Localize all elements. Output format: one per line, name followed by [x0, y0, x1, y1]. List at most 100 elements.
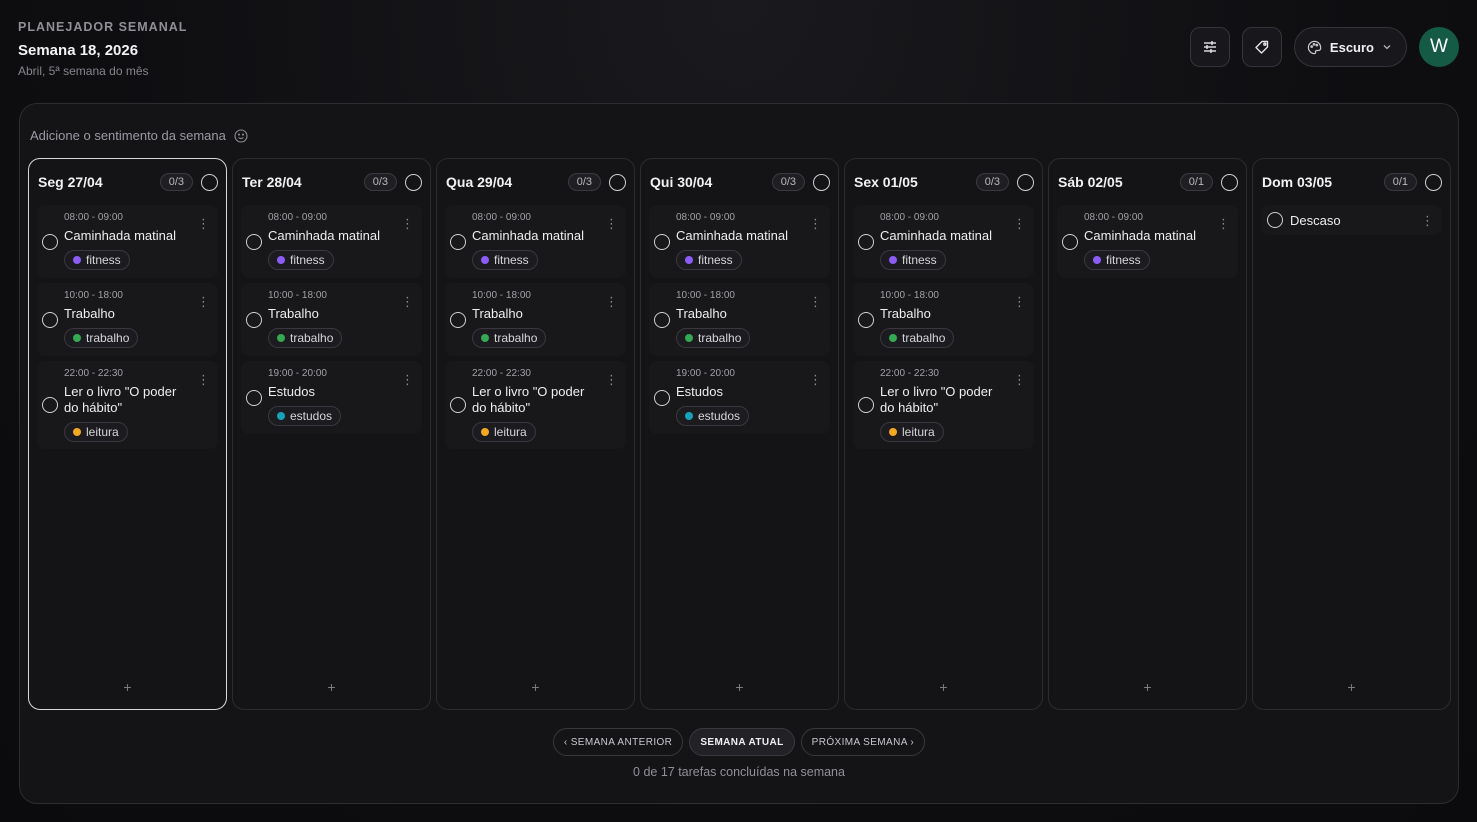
task-tag[interactable]: fitness [64, 250, 130, 270]
more-vertical-icon[interactable]: ⋮ [605, 217, 618, 230]
task-tag[interactable]: leitura [64, 422, 128, 442]
task-checkbox[interactable] [42, 233, 58, 250]
task-card[interactable]: ⋮ 22:00 - 22:30 Ler o livro "O poder do há… [37, 361, 218, 449]
sentiment-input[interactable]: Adicione o sentimento da semana [30, 128, 248, 143]
task-checkbox[interactable] [450, 397, 466, 413]
task-card[interactable]: ⋮ 08:00 - 09:00 Caminhada matinal fitness [853, 205, 1034, 278]
task-tag[interactable]: trabalho [676, 328, 751, 348]
task-checkbox[interactable] [858, 233, 874, 250]
task-checkbox[interactable] [654, 233, 670, 250]
task-card[interactable]: ⋮ 10:00 - 18:00 Trabalho trabalho [853, 283, 1034, 356]
task-tag[interactable]: fitness [268, 250, 334, 270]
task-tag[interactable]: fitness [1084, 250, 1150, 270]
add-task-button[interactable]: + [845, 679, 1042, 695]
day-task-count: 0/1 [1383, 173, 1417, 191]
task-tag[interactable]: trabalho [472, 328, 547, 348]
task-checkbox[interactable] [858, 311, 874, 328]
day-complete-checkbox[interactable] [1221, 173, 1238, 191]
task-card[interactable]: ⋮ 22:00 - 22:30 Ler o livro "O poder do há… [445, 361, 626, 449]
task-checkbox[interactable] [450, 233, 466, 250]
add-task-button[interactable]: + [641, 679, 838, 695]
task-card[interactable]: ⋮ 19:00 - 20:00 Estudos estudos [241, 361, 422, 434]
add-task-button[interactable]: + [437, 679, 634, 695]
task-card[interactable]: Descaso ⋮ [1261, 205, 1442, 235]
more-vertical-icon[interactable]: ⋮ [1421, 213, 1434, 229]
add-task-button[interactable]: + [1253, 679, 1450, 695]
day-complete-checkbox[interactable] [609, 173, 626, 191]
task-tag[interactable]: leitura [472, 422, 536, 442]
task-tag[interactable]: fitness [880, 250, 946, 270]
tag-label: trabalho [902, 331, 946, 345]
filters-button[interactable] [1189, 27, 1230, 67]
more-vertical-icon[interactable]: ⋮ [401, 217, 414, 230]
task-card[interactable]: ⋮ 08:00 - 09:00 Caminhada matinal fitness [37, 205, 218, 278]
task-title: Caminhada matinal [64, 228, 177, 243]
task-checkbox[interactable] [246, 311, 262, 328]
task-tag[interactable]: trabalho [64, 328, 139, 348]
task-tag[interactable]: fitness [472, 250, 538, 270]
current-week-button[interactable]: SEMANA ATUAL [689, 728, 795, 756]
more-vertical-icon[interactable]: ⋮ [1013, 295, 1026, 308]
task-card[interactable]: ⋮ 19:00 - 20:00 Estudos estudos [649, 361, 830, 434]
add-task-button[interactable]: + [29, 679, 226, 695]
day-complete-checkbox[interactable] [405, 173, 422, 191]
tags-button[interactable] [1241, 27, 1282, 67]
task-time: 08:00 - 09:00 [268, 212, 327, 223]
day-complete-checkbox[interactable] [1017, 173, 1034, 191]
more-vertical-icon[interactable]: ⋮ [809, 295, 822, 308]
task-checkbox[interactable] [654, 389, 670, 406]
task-checkbox[interactable] [654, 311, 670, 328]
more-vertical-icon[interactable]: ⋮ [809, 373, 822, 386]
more-vertical-icon[interactable]: ⋮ [1217, 217, 1230, 230]
task-tag[interactable]: leitura [880, 422, 944, 442]
more-vertical-icon[interactable]: ⋮ [1013, 217, 1026, 230]
task-tag[interactable]: estudos [676, 406, 750, 426]
task-tag[interactable]: trabalho [268, 328, 343, 348]
next-week-button[interactable]: PRÓXIMA SEMANA › [800, 728, 926, 756]
task-time: 08:00 - 09:00 [1084, 212, 1143, 223]
tag-label: leitura [494, 425, 527, 439]
add-task-button[interactable]: + [1049, 679, 1246, 695]
task-checkbox[interactable] [42, 311, 58, 328]
more-vertical-icon[interactable]: ⋮ [401, 373, 414, 386]
theme-selector[interactable]: Escuro [1293, 27, 1407, 67]
more-vertical-icon[interactable]: ⋮ [605, 373, 618, 386]
task-title: Caminhada matinal [472, 228, 585, 243]
task-checkbox[interactable] [246, 233, 262, 250]
task-card[interactable]: ⋮ 10:00 - 18:00 Trabalho trabalho [649, 283, 830, 356]
more-vertical-icon[interactable]: ⋮ [401, 295, 414, 308]
day-column: Qui 30/04 0/3 ⋮ 08:00 - 09:00 Caminhada mati… [640, 158, 839, 710]
task-card[interactable]: ⋮ 10:00 - 18:00 Trabalho trabalho [445, 283, 626, 356]
task-card[interactable]: ⋮ 08:00 - 09:00 Caminhada matinal fitness [649, 205, 830, 278]
task-checkbox[interactable] [1267, 212, 1283, 228]
more-vertical-icon[interactable]: ⋮ [605, 295, 618, 308]
more-vertical-icon[interactable]: ⋮ [809, 217, 822, 230]
task-card[interactable]: ⋮ 08:00 - 09:00 Caminhada matinal fitness [241, 205, 422, 278]
task-checkbox[interactable] [450, 311, 466, 328]
task-checkbox[interactable] [42, 397, 58, 413]
task-checkbox[interactable] [246, 389, 262, 406]
tag-label: estudos [290, 409, 333, 423]
task-card[interactable]: ⋮ 10:00 - 18:00 Trabalho trabalho [37, 283, 218, 356]
task-card[interactable]: ⋮ 08:00 - 09:00 Caminhada matinal fitness [445, 205, 626, 278]
task-card[interactable]: ⋮ 08:00 - 09:00 Caminhada matinal fitness [1057, 205, 1238, 278]
task-checkbox[interactable] [1062, 233, 1078, 250]
add-task-button[interactable]: + [233, 679, 430, 695]
day-complete-checkbox[interactable] [201, 173, 218, 191]
more-vertical-icon[interactable]: ⋮ [197, 295, 210, 308]
day-complete-checkbox[interactable] [813, 173, 830, 191]
task-tag[interactable]: estudos [268, 406, 342, 426]
task-tag[interactable]: trabalho [880, 328, 955, 348]
task-card[interactable]: ⋮ 22:00 - 22:30 Ler o livro "O poder do há… [853, 361, 1034, 449]
avatar[interactable]: W [1419, 27, 1459, 67]
task-card[interactable]: ⋮ 10:00 - 18:00 Trabalho trabalho [241, 283, 422, 356]
task-checkbox[interactable] [858, 397, 874, 413]
more-vertical-icon[interactable]: ⋮ [197, 217, 210, 230]
more-vertical-icon[interactable]: ⋮ [1013, 373, 1026, 386]
previous-week-button[interactable]: ‹ SEMANA ANTERIOR [552, 728, 684, 756]
day-name: Dom 03/05 [1262, 174, 1333, 190]
day-complete-checkbox[interactable] [1425, 173, 1442, 191]
task-time: 10:00 - 18:00 [64, 290, 123, 301]
task-tag[interactable]: fitness [676, 250, 742, 270]
more-vertical-icon[interactable]: ⋮ [197, 373, 210, 386]
